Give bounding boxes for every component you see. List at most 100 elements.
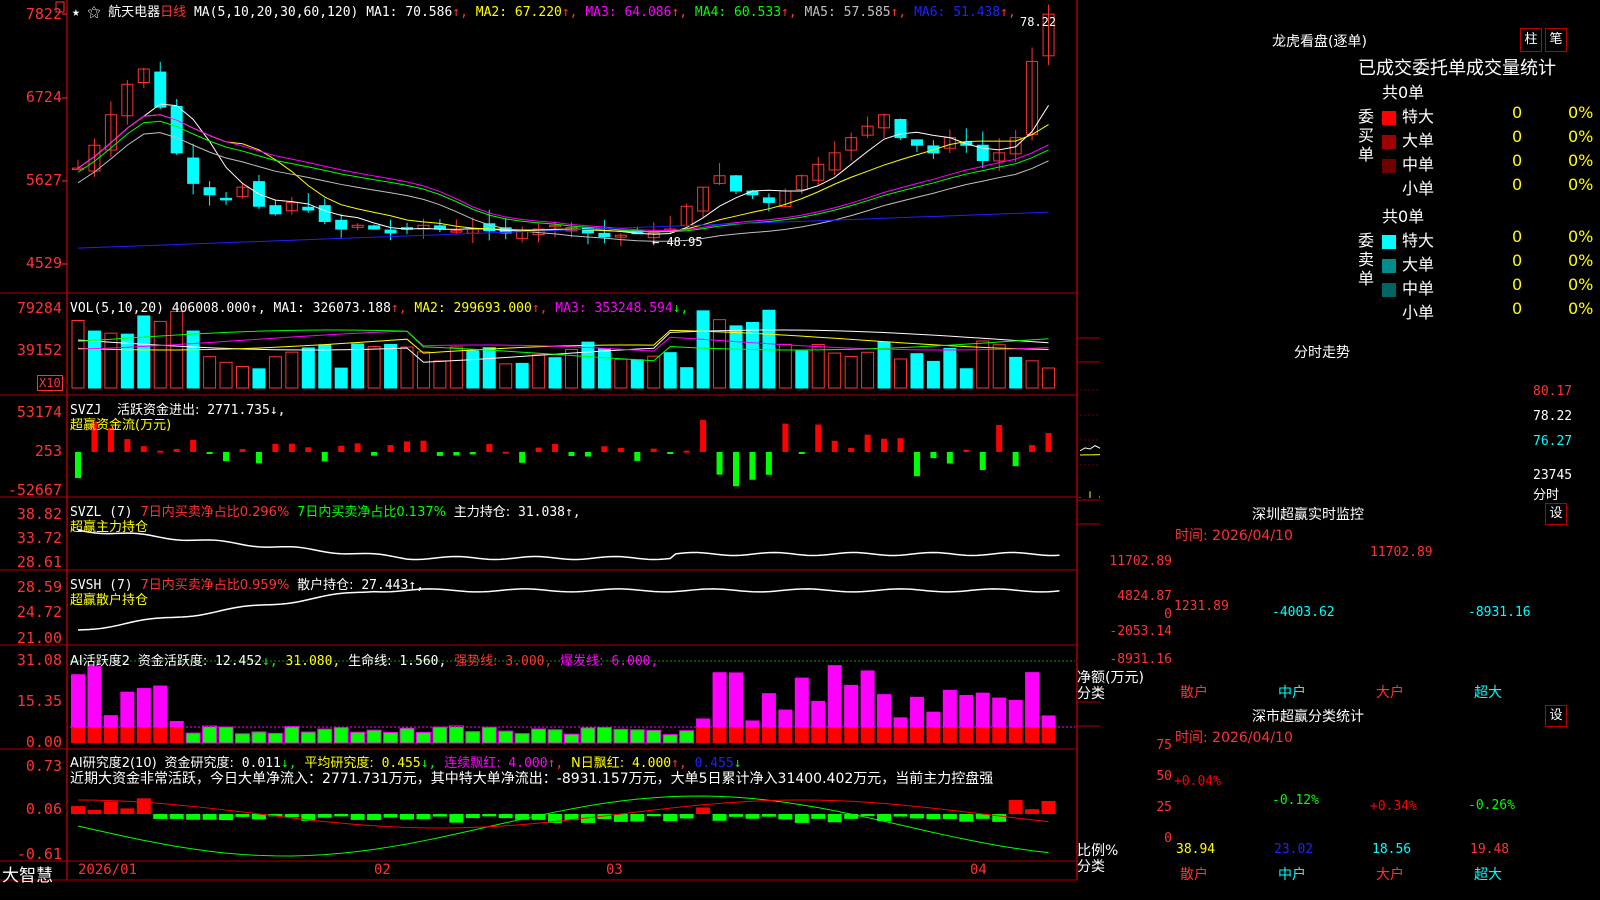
color-swatch-icon	[1382, 183, 1396, 197]
order-row[interactable]: 中单 0 0%	[1382, 275, 1600, 299]
order-row[interactable]: 中单 0 0%	[1382, 151, 1600, 175]
sz-category-change: -0.12%	[1272, 793, 1319, 809]
volume-unit: X10	[37, 375, 63, 391]
svzj-bar	[223, 452, 230, 462]
svzj-bar	[140, 446, 147, 452]
ai-research-bar	[284, 814, 299, 818]
svzj-bar	[190, 439, 197, 452]
ai-active-bar	[778, 727, 793, 743]
candle-body	[384, 229, 397, 234]
order-row[interactable]: 小单 0 0%	[1382, 299, 1600, 323]
bar-mode-button[interactable]: 柱	[1520, 28, 1542, 52]
ai-active-bar	[186, 733, 201, 743]
ai-research-bar	[235, 814, 250, 817]
intraday-title[interactable]: 分时走势	[1294, 342, 1350, 362]
intraday-volume-label: 23745	[1533, 468, 1573, 483]
star-icon[interactable]: ★ ⚝	[72, 5, 100, 20]
svzj-bar	[913, 452, 920, 477]
svzj-bar	[930, 452, 937, 459]
sz-category-name: 中户	[1278, 867, 1306, 883]
svzj-bar	[667, 452, 674, 454]
svzj-bar	[568, 452, 575, 456]
svzj-bar	[420, 440, 427, 452]
sz-monitor-bar-label: -4003.62	[1272, 605, 1335, 620]
ai-active-bar	[531, 728, 546, 743]
up-arrow-icon: ↑,	[781, 5, 805, 20]
ai-active-bar	[646, 730, 661, 743]
volume-bar	[367, 346, 381, 389]
svzj-bar	[946, 452, 953, 464]
ma-header: MA(5,10,20,30,60,120)	[193, 5, 359, 20]
svzj-bar	[354, 443, 361, 452]
volume-bar	[795, 350, 809, 389]
color-swatch-icon	[1382, 158, 1396, 173]
order-row[interactable]: 小单 0 0%	[1382, 175, 1600, 199]
sz-monitor-bar-label: 11702.89	[1370, 545, 1433, 560]
sz-category-name: 散户	[1180, 867, 1208, 883]
ai-active-bar	[597, 727, 612, 743]
svzj-bars	[75, 420, 1052, 487]
ai-research-bar	[613, 814, 628, 822]
ai-active-bar	[169, 720, 184, 727]
volume-axis-tick: 39152	[16, 341, 62, 359]
pen-mode-button[interactable]: 笔	[1545, 28, 1567, 52]
order-row[interactable]: 特大 0 0%	[1382, 103, 1600, 127]
ai-active-bar	[120, 727, 135, 743]
time-axis-tick: 02	[374, 862, 391, 878]
lhb-tab-header[interactable]: 已成交委托单成交量统计	[1358, 54, 1556, 80]
sz-category-value: 19.48	[1470, 842, 1510, 857]
ai-research-bar	[416, 814, 431, 820]
svzj-bar	[305, 447, 312, 452]
svzj-bar	[75, 452, 81, 479]
order-row[interactable]: 大单 0 0%	[1382, 127, 1600, 151]
time-axis-tick: 2026/01	[78, 862, 138, 878]
ai-research-bar	[942, 814, 957, 819]
sz-monitor-category: 中户	[1278, 685, 1306, 701]
main-header: ★ ⚝ 航天电器日线 MA(5,10,20,30,60,120) MA1: 70…	[72, 1, 1016, 20]
svzj-bar	[765, 452, 772, 475]
ai-research-bar	[729, 814, 743, 817]
ai-research-bar	[926, 814, 941, 820]
ai-research-bar	[465, 814, 480, 819]
svzj-axis-tick: -52667	[7, 481, 62, 499]
order-row[interactable]: 大单 0 0%	[1382, 251, 1600, 275]
svzj-bar	[897, 438, 904, 452]
volume-bar	[943, 347, 957, 389]
price-axis-tick: 4529	[25, 254, 62, 272]
candlestick-series[interactable]	[72, 4, 1055, 247]
svzl-subtitle: 超赢主力持仓	[70, 520, 149, 535]
ai-research-bar	[893, 814, 908, 817]
svsh-line	[77, 588, 1060, 631]
sz-monitor-settings-button[interactable]: 设	[1545, 503, 1567, 525]
svzj-bar	[601, 446, 608, 452]
svzj-bar	[798, 452, 805, 454]
ai-active-bar	[515, 733, 530, 743]
sz-category-settings-button[interactable]: 设	[1545, 705, 1567, 727]
ai-research-bar	[367, 814, 382, 820]
high-price-label: 78.22	[1020, 15, 1057, 29]
ai-active-bar	[580, 727, 595, 743]
price-axis-tick: 7822	[25, 5, 62, 23]
ai-active-bar	[992, 697, 1007, 727]
sz-category-time: 时间: 2026/04/10	[1175, 730, 1293, 746]
order-row-name: 中单	[1402, 155, 1435, 174]
up-arrow-icon: ↑,	[561, 5, 586, 20]
ai-active-bar	[827, 727, 842, 743]
ai-active-bar	[860, 727, 875, 743]
ai-research-bar	[811, 814, 826, 819]
candle-body	[762, 197, 775, 203]
ai-active-bar	[712, 727, 727, 743]
ai-research-bar	[1041, 800, 1056, 814]
ai-research-bar	[334, 814, 349, 817]
order-row[interactable]: 特大 0 0%	[1382, 227, 1600, 251]
ai-active-bar	[1041, 715, 1056, 727]
volume-bar	[894, 358, 907, 389]
intraday-chart[interactable]	[1079, 365, 1100, 498]
ai-research-bar	[959, 814, 974, 822]
candle-body	[335, 219, 348, 230]
ma-value-4: MA4: 60.533	[694, 5, 782, 20]
sz-category-change: +0.04%	[1174, 773, 1221, 789]
up-arrow-icon: ↑,	[671, 5, 695, 20]
ai-active-axis-tick: 0.00	[25, 733, 62, 751]
ai-research-bar	[827, 814, 842, 823]
